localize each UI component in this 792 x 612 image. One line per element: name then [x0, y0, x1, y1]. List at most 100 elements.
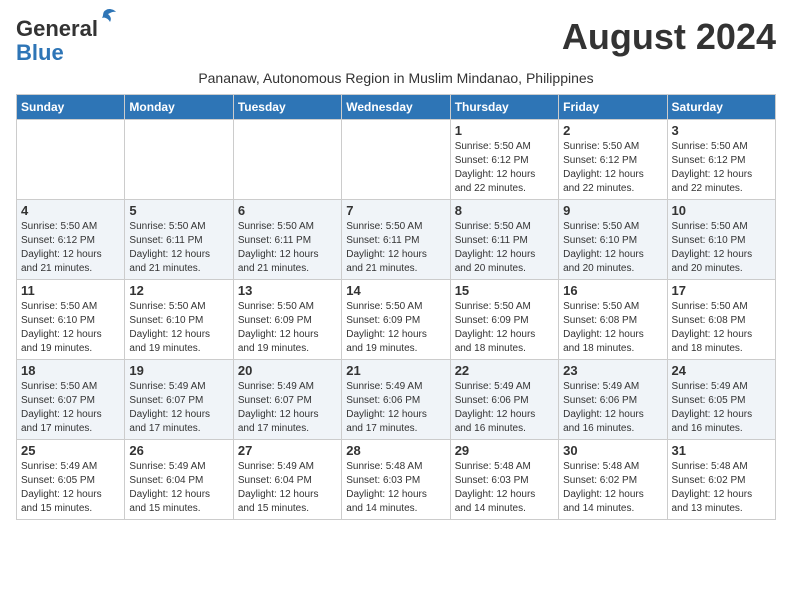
day-info: Sunrise: 5:50 AM Sunset: 6:08 PM Dayligh… — [563, 300, 662, 356]
day-info: Sunrise: 5:48 AM Sunset: 6:03 PM Dayligh… — [346, 460, 445, 516]
col-sunday: Sunday — [17, 95, 125, 120]
col-saturday: Saturday — [667, 95, 775, 120]
day-number: 2 — [563, 123, 662, 138]
day-info: Sunrise: 5:50 AM Sunset: 6:09 PM Dayligh… — [346, 300, 445, 356]
day-number: 4 — [21, 203, 120, 218]
table-row: 7 Sunrise: 5:50 AM Sunset: 6:11 PM Daylig… — [342, 200, 450, 280]
day-number: 1 — [455, 123, 554, 138]
table-row: 12 Sunrise: 5:50 AM Sunset: 6:10 PM Dayli… — [125, 280, 233, 360]
table-row: 4 Sunrise: 5:50 AM Sunset: 6:12 PM Daylig… — [17, 200, 125, 280]
logo-text-blue: Blue — [16, 40, 64, 66]
table-row: 21 Sunrise: 5:49 AM Sunset: 6:06 PM Dayli… — [342, 360, 450, 440]
logo: General Blue — [16, 16, 98, 66]
day-number: 3 — [672, 123, 771, 138]
table-row: 26 Sunrise: 5:49 AM Sunset: 6:04 PM Dayli… — [125, 440, 233, 520]
day-info: Sunrise: 5:48 AM Sunset: 6:03 PM Dayligh… — [455, 460, 554, 516]
day-info: Sunrise: 5:49 AM Sunset: 6:04 PM Dayligh… — [238, 460, 337, 516]
table-row: 24 Sunrise: 5:49 AM Sunset: 6:05 PM Dayli… — [667, 360, 775, 440]
table-row — [233, 120, 341, 200]
col-tuesday: Tuesday — [233, 95, 341, 120]
table-row: 29Sunrise: 5:48 AM Sunset: 6:03 PM Dayli… — [450, 440, 558, 520]
day-info: Sunrise: 5:49 AM Sunset: 6:06 PM Dayligh… — [455, 380, 554, 436]
day-info: Sunrise: 5:50 AM Sunset: 6:11 PM Dayligh… — [346, 220, 445, 276]
day-number: 25 — [21, 443, 120, 458]
logo-bird-icon — [96, 8, 116, 24]
day-info: Sunrise: 5:50 AM Sunset: 6:08 PM Dayligh… — [672, 300, 771, 356]
logo-text-general: General — [16, 16, 98, 41]
day-info: Sunrise: 5:50 AM Sunset: 6:12 PM Dayligh… — [21, 220, 120, 276]
day-info: Sunrise: 5:50 AM Sunset: 6:11 PM Dayligh… — [129, 220, 228, 276]
table-row: 27 Sunrise: 5:49 AM Sunset: 6:04 PM Dayli… — [233, 440, 341, 520]
day-number: 23 — [563, 363, 662, 378]
col-thursday: Thursday — [450, 95, 558, 120]
month-title: August 2024 — [562, 16, 776, 58]
col-wednesday: Wednesday — [342, 95, 450, 120]
day-number: 24 — [672, 363, 771, 378]
table-row: 8Sunrise: 5:50 AM Sunset: 6:11 PM Daylig… — [450, 200, 558, 280]
page-header: General Blue August 2024 — [16, 16, 776, 66]
day-info: Sunrise: 5:50 AM Sunset: 6:11 PM Dayligh… — [238, 220, 337, 276]
table-row: 28Sunrise: 5:48 AM Sunset: 6:03 PM Dayli… — [342, 440, 450, 520]
day-info: Sunrise: 5:50 AM Sunset: 6:12 PM Dayligh… — [563, 140, 662, 196]
calendar-table: Sunday Monday Tuesday Wednesday Thursday… — [16, 94, 776, 520]
calendar-week-row: 1 Sunrise: 5:50 AM Sunset: 6:12 PM Daylig… — [17, 120, 776, 200]
day-number: 30 — [563, 443, 662, 458]
day-number: 12 — [129, 283, 228, 298]
day-info: Sunrise: 5:49 AM Sunset: 6:07 PM Dayligh… — [129, 380, 228, 436]
table-row: 20Sunrise: 5:49 AM Sunset: 6:07 PM Dayli… — [233, 360, 341, 440]
table-row: 30Sunrise: 5:48 AM Sunset: 6:02 PM Dayli… — [559, 440, 667, 520]
table-row: 9 Sunrise: 5:50 AM Sunset: 6:10 PM Daylig… — [559, 200, 667, 280]
day-number: 14 — [346, 283, 445, 298]
day-info: Sunrise: 5:49 AM Sunset: 6:05 PM Dayligh… — [672, 380, 771, 436]
day-number: 10 — [672, 203, 771, 218]
table-row — [17, 120, 125, 200]
col-monday: Monday — [125, 95, 233, 120]
day-number: 15 — [455, 283, 554, 298]
table-row: 2 Sunrise: 5:50 AM Sunset: 6:12 PM Daylig… — [559, 120, 667, 200]
day-info: Sunrise: 5:49 AM Sunset: 6:06 PM Dayligh… — [346, 380, 445, 436]
calendar-week-row: 25 Sunrise: 5:49 AM Sunset: 6:05 PM Dayli… — [17, 440, 776, 520]
table-row: 23 Sunrise: 5:49 AM Sunset: 6:06 PM Dayli… — [559, 360, 667, 440]
day-info: Sunrise: 5:50 AM Sunset: 6:10 PM Dayligh… — [21, 300, 120, 356]
day-info: Sunrise: 5:50 AM Sunset: 6:10 PM Dayligh… — [672, 220, 771, 276]
day-info: Sunrise: 5:50 AM Sunset: 6:10 PM Dayligh… — [563, 220, 662, 276]
table-row: 13 Sunrise: 5:50 AM Sunset: 6:09 PM Dayli… — [233, 280, 341, 360]
table-row — [125, 120, 233, 200]
day-number: 13 — [238, 283, 337, 298]
day-number: 21 — [346, 363, 445, 378]
table-row: 6 Sunrise: 5:50 AM Sunset: 6:11 PM Daylig… — [233, 200, 341, 280]
table-row: 15Sunrise: 5:50 AM Sunset: 6:09 PM Dayli… — [450, 280, 558, 360]
day-number: 27 — [238, 443, 337, 458]
day-number: 17 — [672, 283, 771, 298]
table-row — [342, 120, 450, 200]
day-info: Sunrise: 5:48 AM Sunset: 6:02 PM Dayligh… — [672, 460, 771, 516]
day-info: Sunrise: 5:50 AM Sunset: 6:10 PM Dayligh… — [129, 300, 228, 356]
table-row: 19 Sunrise: 5:49 AM Sunset: 6:07 PM Dayli… — [125, 360, 233, 440]
day-number: 16 — [563, 283, 662, 298]
day-info: Sunrise: 5:50 AM Sunset: 6:09 PM Dayligh… — [238, 300, 337, 356]
day-number: 6 — [238, 203, 337, 218]
day-number: 9 — [563, 203, 662, 218]
table-row: 3 Sunrise: 5:50 AM Sunset: 6:12 PM Daylig… — [667, 120, 775, 200]
day-number: 22 — [455, 363, 554, 378]
day-info: Sunrise: 5:49 AM Sunset: 6:04 PM Dayligh… — [129, 460, 228, 516]
table-row: 16 Sunrise: 5:50 AM Sunset: 6:08 PM Dayli… — [559, 280, 667, 360]
table-row: 25 Sunrise: 5:49 AM Sunset: 6:05 PM Dayli… — [17, 440, 125, 520]
day-number: 11 — [21, 283, 120, 298]
calendar-header-row: Sunday Monday Tuesday Wednesday Thursday… — [17, 95, 776, 120]
calendar-week-row: 4 Sunrise: 5:50 AM Sunset: 6:12 PM Daylig… — [17, 200, 776, 280]
table-row: 18Sunrise: 5:50 AM Sunset: 6:07 PM Dayli… — [17, 360, 125, 440]
table-row: 11 Sunrise: 5:50 AM Sunset: 6:10 PM Dayli… — [17, 280, 125, 360]
table-row: 31 Sunrise: 5:48 AM Sunset: 6:02 PM Dayli… — [667, 440, 775, 520]
day-info: Sunrise: 5:49 AM Sunset: 6:05 PM Dayligh… — [21, 460, 120, 516]
day-info: Sunrise: 5:49 AM Sunset: 6:06 PM Dayligh… — [563, 380, 662, 436]
day-info: Sunrise: 5:50 AM Sunset: 6:12 PM Dayligh… — [672, 140, 771, 196]
day-number: 18 — [21, 363, 120, 378]
day-number: 19 — [129, 363, 228, 378]
day-number: 7 — [346, 203, 445, 218]
table-row: 1Sunrise: 5:50 AM Sunset: 6:12 PM Daylig… — [450, 120, 558, 200]
calendar-week-row: 18Sunrise: 5:50 AM Sunset: 6:07 PM Dayli… — [17, 360, 776, 440]
day-number: 31 — [672, 443, 771, 458]
day-number: 26 — [129, 443, 228, 458]
table-row: 14 Sunrise: 5:50 AM Sunset: 6:09 PM Dayli… — [342, 280, 450, 360]
